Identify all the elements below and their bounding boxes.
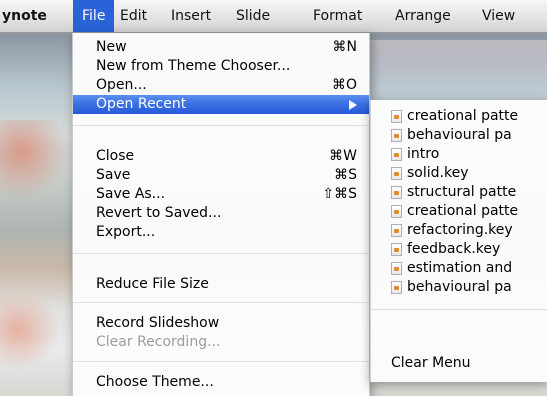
desktop-background-detail [0, 120, 70, 200]
menu-item-open-recent[interactable]: Open Recent [73, 95, 369, 114]
menu-item-label: Clear Recording... [96, 334, 221, 350]
recent-item-label: solid.key [407, 165, 469, 181]
app-menu[interactable]: ynote [2, 0, 47, 32]
menu-item-label: Open Recent [96, 96, 187, 112]
menu-format[interactable]: Format [313, 0, 362, 32]
recent-item[interactable]: behavioural pa [371, 126, 547, 145]
recent-item[interactable]: intro [371, 145, 547, 164]
menu-item-save[interactable]: Save ⌘S [73, 166, 369, 185]
menu-edit[interactable]: Edit [120, 0, 147, 32]
recent-item-label: creational patte [407, 203, 519, 219]
menu-item-clear-recording: Clear Recording... [73, 333, 369, 352]
recent-item[interactable]: feedback.key [371, 240, 547, 259]
recent-item[interactable]: structural patte [371, 183, 547, 202]
keynote-document-icon [391, 167, 402, 180]
menu-item-label: Revert to Saved... [96, 205, 222, 221]
recent-item-label: estimation and [407, 260, 513, 276]
recent-item-label: feedback.key [407, 241, 501, 257]
recent-item-label: creational patte [407, 108, 519, 124]
menu-item-label: Export... [96, 224, 156, 240]
keynote-document-icon [391, 205, 402, 218]
shortcut-label: ⌘W [329, 148, 357, 164]
recent-item-label: behavioural pa [407, 127, 512, 143]
menu-item-label: Record Slideshow [96, 315, 220, 331]
recent-item-label: intro [407, 146, 440, 162]
keynote-document-icon [391, 243, 402, 256]
menu-item-record-slideshow[interactable]: Record Slideshow [73, 314, 369, 333]
menu-item-label: Save As... [96, 186, 166, 202]
menu-item-new[interactable]: New ⌘N [73, 38, 369, 57]
desktop-background-detail [0, 290, 60, 370]
keynote-document-icon [391, 224, 402, 237]
recent-item-label: behavioural pa [407, 279, 512, 295]
recent-item[interactable]: behavioural pa [371, 278, 547, 297]
menu-view[interactable]: View [482, 0, 515, 32]
menu-item-close[interactable]: Close ⌘W [73, 147, 369, 166]
menu-item-save-as[interactable]: Save As... ⇧⌘S [73, 185, 369, 204]
menu-item-label: Close [96, 148, 135, 164]
menu-item-label: Reduce File Size [96, 276, 209, 292]
recent-item[interactable]: estimation and [371, 259, 547, 278]
file-menu-dropdown: New ⌘N New from Theme Chooser... Open...… [72, 33, 370, 396]
clear-menu-label: Clear Menu [391, 355, 471, 371]
menu-slide[interactable]: Slide [236, 0, 270, 32]
menu-item-choose-theme[interactable]: Choose Theme... [73, 373, 369, 392]
menu-item-label: New [96, 39, 127, 55]
menu-item-label: New from Theme Chooser... [96, 58, 291, 74]
menu-bar: ynote File Edit Insert Slide Format Arra… [0, 0, 547, 33]
menu-item-label: Open... [96, 77, 147, 93]
menu-item-new-from-theme-chooser[interactable]: New from Theme Chooser... [73, 57, 369, 76]
shortcut-label: ⌘N [332, 39, 357, 55]
menu-item-label: Save [96, 167, 131, 183]
menu-separator [371, 309, 547, 310]
menu-item-label: Choose Theme... [96, 374, 214, 390]
recent-item-label: structural patte [407, 184, 517, 200]
menu-separator [73, 361, 369, 362]
recent-item-label: refactoring.key [407, 222, 513, 238]
recent-item[interactable]: refactoring.key [371, 221, 547, 240]
menu-insert[interactable]: Insert [171, 0, 211, 32]
desktop-background-detail [360, 40, 547, 100]
recent-item[interactable]: solid.key [371, 164, 547, 183]
menu-separator [73, 253, 369, 254]
menu-separator [73, 125, 369, 126]
keynote-document-icon [391, 262, 402, 275]
shortcut-label: ⇧⌘S [322, 186, 357, 202]
menu-separator [73, 302, 369, 303]
keynote-document-icon [391, 281, 402, 294]
keynote-document-icon [391, 129, 402, 142]
shortcut-label: ⌘S [334, 167, 357, 183]
shortcut-label: ⌘O [331, 77, 357, 93]
menu-item-reduce-file-size[interactable]: Reduce File Size [73, 275, 369, 294]
menu-item-export[interactable]: Export... [73, 223, 369, 242]
menu-item-open[interactable]: Open... ⌘O [73, 76, 369, 95]
menu-item-revert-to-saved[interactable]: Revert to Saved... [73, 204, 369, 223]
keynote-document-icon [391, 110, 402, 123]
clear-menu-item[interactable]: Clear Menu [371, 354, 547, 373]
open-recent-submenu: creational patte behavioural pa intro so… [370, 100, 547, 382]
recent-item[interactable]: creational patte [371, 202, 547, 221]
keynote-document-icon [391, 186, 402, 199]
recent-item[interactable]: creational patte [371, 107, 547, 126]
submenu-arrow-icon [349, 100, 357, 110]
keynote-document-icon [391, 148, 402, 161]
menu-arrange[interactable]: Arrange [395, 0, 451, 32]
menu-file[interactable]: File [73, 0, 115, 32]
